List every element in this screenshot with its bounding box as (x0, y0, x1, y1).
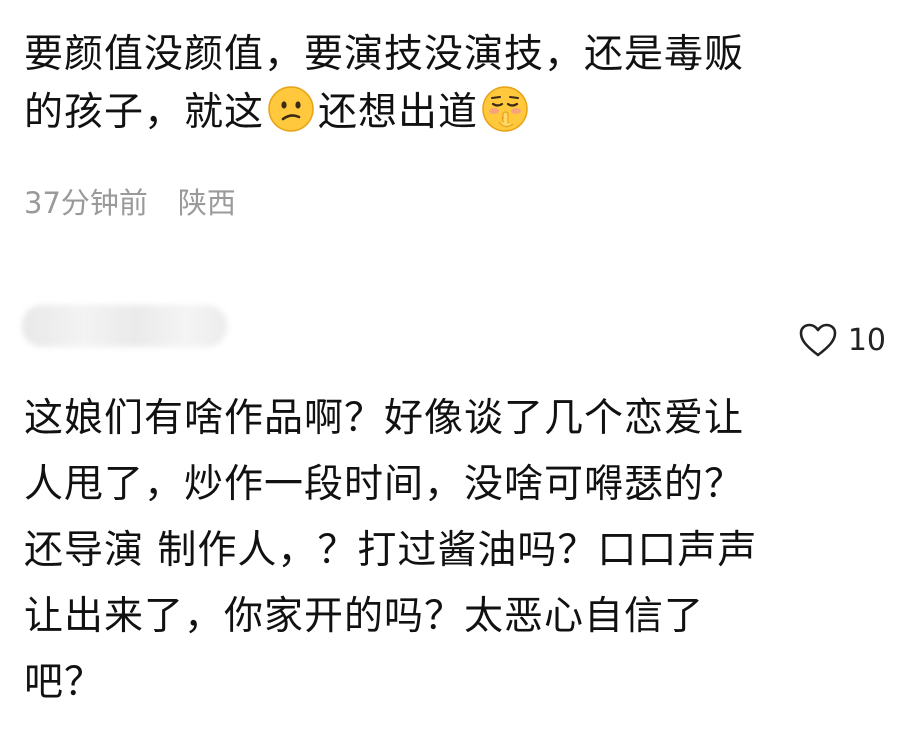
heart-icon[interactable] (798, 322, 838, 358)
comment-2-line-4: 让出来了，你家开的吗？太恶心自信了 (24, 594, 705, 639)
comment-1-line-2: 的孩子，就这 还想出道 (24, 84, 894, 142)
comment-1-line-2-part-b: 还想出道 (318, 90, 479, 135)
shushing-face-icon (480, 84, 530, 134)
comment-2-line-2: 人甩了，炒作一段时间，没啥可嘚瑟的？ (24, 462, 745, 507)
comment-2-line-1: 这娘们有啥作品啊？好像谈了几个恋爱让 (24, 396, 745, 441)
comment-1-location: 陕西 (177, 186, 236, 220)
comment-2-text: 这娘们有啥作品啊？好像谈了几个恋爱让 人甩了，炒作一段时间，没啥可嘚瑟的？ 还导… (24, 386, 894, 716)
comment-2-username-blurred[interactable] (22, 305, 227, 347)
comment-1-text: 要颜值没颜值，要演技没演技，还是毒贩 的孩子，就这 还想出道 (24, 26, 894, 142)
comment-1-line-2-part-a: 的孩子，就这 (24, 90, 265, 135)
comment-1-meta: 37分钟前 陕西 (24, 180, 236, 222)
comment-1-line-1: 要颜值没颜值，要演技没演技，还是毒贩 (24, 32, 745, 77)
comment-2-like-button[interactable]: 10 (798, 318, 886, 362)
comment-2-line-5: 吧？ (24, 660, 105, 705)
comment-1-timestamp: 37分钟前 (24, 186, 148, 220)
comment-2-line-3: 还导演 制作人，？打过酱油吗？口口声声 (24, 528, 758, 573)
like-count: 10 (847, 322, 886, 358)
confused-face-icon (266, 84, 316, 134)
